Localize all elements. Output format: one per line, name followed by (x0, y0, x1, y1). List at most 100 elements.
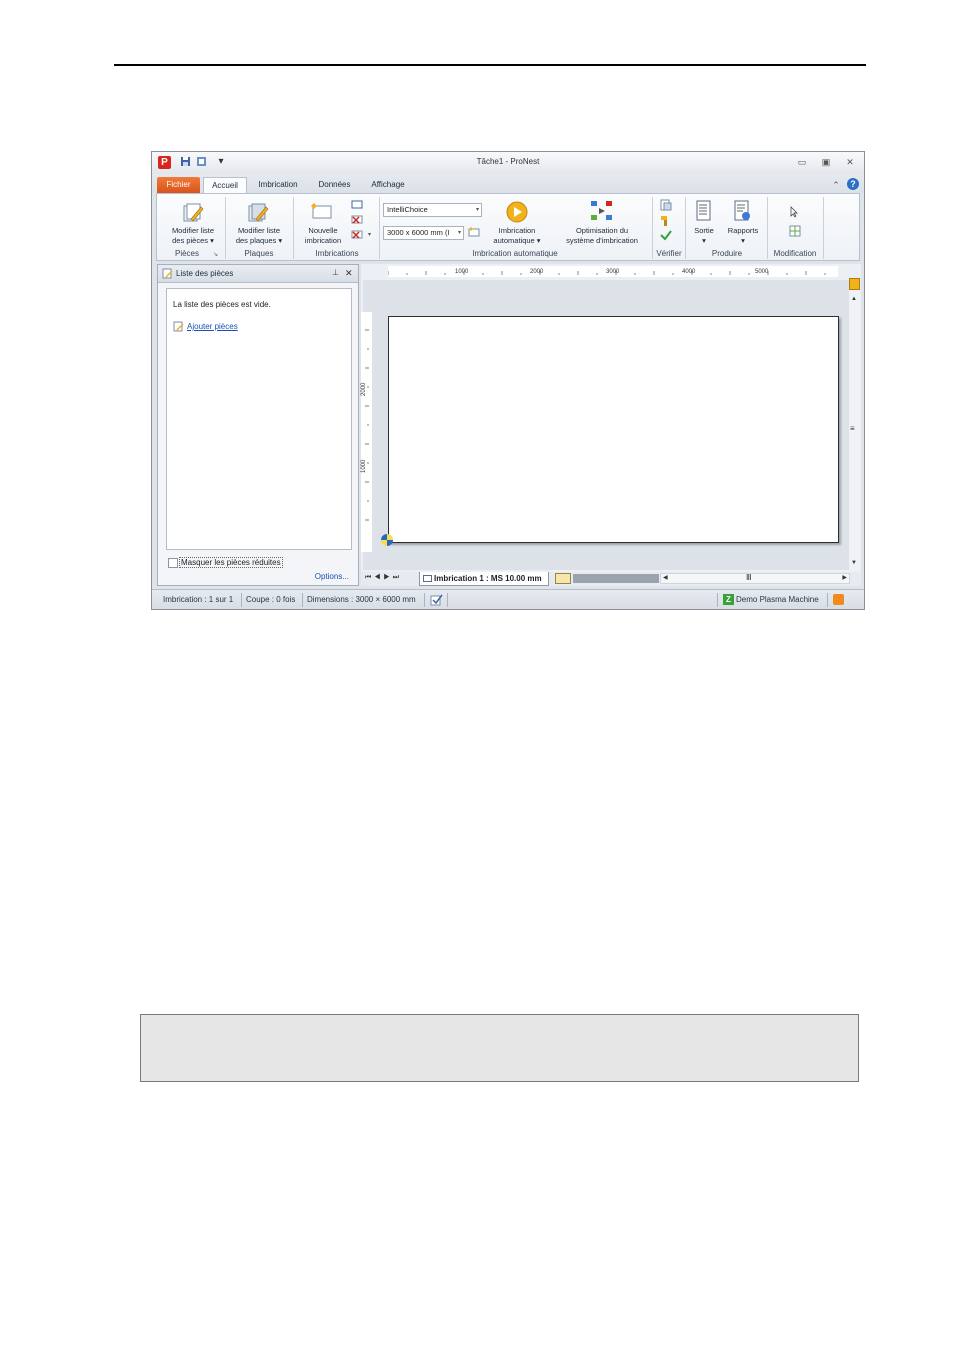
optimization-button[interactable]: Optimisation du système d'imbrication (554, 226, 650, 246)
scroll-down-icon[interactable]: ▼ (851, 560, 857, 566)
edit-plates-label-2: des plaques ▾ (235, 236, 283, 245)
auto-nest-label-1: Imbrication (498, 226, 536, 235)
tab-strip-spacer (573, 574, 659, 583)
edit-plates-button[interactable]: Modifier liste des plaques ▾ (227, 226, 291, 246)
close-panel-icon[interactable]: ✕ (345, 268, 353, 279)
edit-parts-button[interactable]: Modifier liste des pièces ▾ (161, 226, 225, 246)
edit-parts-list-icon (183, 203, 204, 222)
window-title: Tâche1 - ProNest (476, 157, 540, 166)
pronest-window: P ▾ Tâche1 - ProNest ▭ ▣ ✕ Fichier Accue… (151, 151, 865, 610)
new-nest-icon (311, 203, 332, 219)
empty-list-message: La liste des pièces est vide. (173, 300, 271, 309)
reports-icon (734, 200, 750, 221)
machine-icon: Z (723, 594, 734, 605)
strategy-combo-value: IntelliChoice (387, 205, 428, 214)
v-ruler-label: 1000 (361, 459, 367, 473)
plate-icon[interactable] (351, 200, 363, 210)
add-parts-icon (173, 321, 184, 332)
v-ruler-label: 2000 (361, 382, 367, 396)
pin-icon[interactable]: ⊥ (332, 268, 339, 277)
dropdown-icon[interactable]: ▾ (368, 231, 371, 238)
status-separator (302, 593, 303, 607)
new-nest-label-1: Nouvelle (308, 226, 338, 235)
group-separator (293, 197, 294, 259)
reports-label: Rapports (727, 226, 759, 235)
tab-navigation-icon[interactable]: ⏮◀▶⏭ (365, 574, 402, 582)
collapse-ribbon-icon[interactable]: ⌃ (829, 179, 843, 191)
ribbon-tab-row: Fichier Accueil Imbrication Données Affi… (152, 174, 864, 193)
options-link[interactable]: Options... (315, 572, 349, 581)
plate-settings-icon[interactable] (468, 226, 480, 238)
optimization-label-2: système d'imbrication (566, 236, 638, 245)
add-parts-link[interactable]: Ajouter pièces (187, 322, 238, 331)
edit-parts-label-1: Modifier liste (171, 226, 215, 235)
reports-dropdown-icon: ▾ (741, 236, 745, 245)
nest-tab-label: Imbrication 1 : MS 10.00 mm (434, 574, 542, 583)
simulate-icon[interactable] (660, 199, 672, 211)
auto-nest-button[interactable]: Imbrication automatique ▾ (487, 226, 547, 246)
tab-donnees[interactable]: Données (312, 177, 357, 193)
output-label: Sortie (694, 226, 714, 235)
tab-imbrication[interactable]: Imbrication (252, 177, 304, 193)
optimization-icon (591, 201, 612, 220)
new-nest-tab-icon[interactable] (555, 573, 571, 584)
h-ruler-label: 2000 (530, 269, 544, 275)
group-separator (685, 197, 686, 259)
nest-tab[interactable]: Imbrication 1 : MS 10.00 mm (419, 572, 549, 586)
scroll-left-icon[interactable]: ◀ (663, 574, 668, 581)
verify-icon[interactable] (660, 229, 672, 241)
h-ruler-label: 4000 (682, 269, 696, 275)
output-button[interactable]: Sortie ▾ (687, 226, 721, 246)
group-separator (225, 197, 226, 259)
help-icon[interactable]: ? (847, 178, 859, 190)
origin-marker-icon (381, 534, 393, 546)
select-pointer-icon[interactable] (789, 206, 799, 218)
delete-all-nests-icon[interactable] (351, 230, 363, 240)
hide-reduced-parts-checkbox[interactable] (168, 558, 178, 568)
nest-plate[interactable] (388, 316, 839, 543)
delete-nest-icon[interactable] (351, 215, 363, 225)
status-separator (447, 593, 448, 607)
zoom-extents-icon[interactable] (849, 278, 860, 290)
hide-reduced-parts-label[interactable]: Masquer les pièces réduites (179, 557, 283, 568)
scroll-up-icon[interactable]: ▲ (851, 296, 857, 302)
status-dimensions: Dimensions : 3000 × 6000 mm (307, 595, 416, 604)
status-separator (717, 593, 718, 607)
scroll-h-thumb-icon[interactable]: Ⅲ (746, 573, 752, 582)
close-icon[interactable]: ✕ (843, 156, 857, 168)
rss-feed-icon[interactable] (833, 594, 844, 605)
status-machine[interactable]: Demo Plasma Machine (736, 595, 819, 604)
horizontal-scrollbar[interactable]: ◀ Ⅲ ▶ (660, 573, 850, 584)
restore-icon[interactable]: ▣ (819, 156, 833, 168)
collision-check-icon[interactable] (660, 214, 672, 226)
edit-parts-label-2: des pièces ▾ (172, 236, 214, 245)
verify-status-icon[interactable] (430, 593, 443, 606)
vertical-scrollbar[interactable]: ▲ ≡ ▼ (849, 278, 860, 570)
edit-plates-label-1: Modifier liste (237, 226, 281, 235)
strategy-combo[interactable]: IntelliChoice ▾ (383, 203, 482, 217)
nest-work-area: 1000 2000 3000 4000 5000 2000 1000 ▲ ≡ ▼… (361, 264, 861, 586)
plate-size-combo-value: 3000 x 6000 mm (I (387, 228, 450, 237)
horizontal-ruler: 1000 2000 3000 4000 5000 (388, 266, 838, 277)
edit-grid-icon[interactable] (789, 225, 801, 237)
tab-fichier[interactable]: Fichier (157, 177, 200, 193)
h-ruler-label: 5000 (755, 269, 769, 275)
status-separator (424, 593, 425, 607)
output-icon (696, 200, 711, 221)
group-separator (379, 197, 380, 259)
reports-button[interactable]: Rapports ▾ (723, 226, 763, 246)
status-separator (827, 593, 828, 607)
minimize-icon[interactable]: ▭ (795, 156, 809, 168)
new-nest-label-2: imbrication (304, 236, 342, 245)
scroll-right-icon[interactable]: ▶ (842, 574, 847, 581)
scroll-thumb-icon[interactable]: ≡ (850, 424, 855, 433)
tab-accueil[interactable]: Accueil (203, 177, 247, 193)
status-imbrication: Imbrication : 1 sur 1 (163, 595, 234, 604)
plate-size-combo[interactable]: 3000 x 6000 mm (I ▾ (383, 226, 464, 240)
group-label-modification: Modification (773, 249, 817, 258)
tab-affichage[interactable]: Affichage (365, 177, 411, 193)
dialog-launcher-icon[interactable]: ↘ (213, 251, 218, 258)
group-label-produire: Produire (711, 249, 743, 258)
h-ruler-label: 3000 (606, 269, 620, 275)
new-nest-button[interactable]: Nouvelle imbrication (295, 226, 351, 246)
